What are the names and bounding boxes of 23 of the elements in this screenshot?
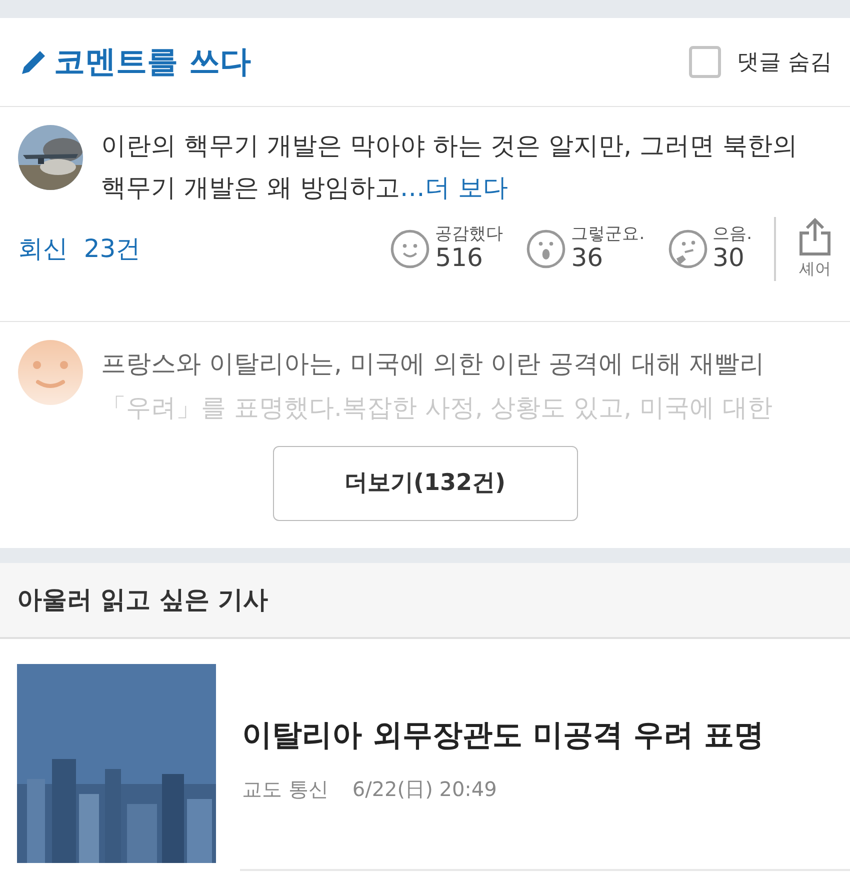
- reaction-count: 36: [571, 242, 604, 272]
- load-more-button[interactable]: 더보기(132건): [272, 446, 578, 521]
- article-date: 6/22(日) 20:49: [352, 776, 497, 803]
- reaction-label: 으음.: [712, 226, 752, 242]
- hide-replies-label: 댓글 숨김: [737, 48, 832, 76]
- comment-preview-text: 프랑스와 이탈리아는, 미국에 의한 이란 공격에 대해 재빨리: [101, 348, 766, 380]
- section-title: 아울러 읽고 싶은 기사: [0, 563, 850, 639]
- surprised-face-icon[interactable]: [525, 228, 568, 270]
- smile-icon[interactable]: [389, 228, 432, 270]
- article-source: 교도 통신: [242, 776, 328, 803]
- comment-text: 이란의 핵무기 개발은 막아야 하는 것은 알지만, 그러면 북한의 핵무기 개발은 왜 방임하고…더 보다: [101, 130, 799, 204]
- avatar-icon: [18, 340, 83, 405]
- write-comment-link[interactable]: 코멘트를 쓰다: [54, 38, 251, 86]
- read-more-link[interactable]: …더 보다: [400, 173, 508, 202]
- article-headline[interactable]: 이탈리아 외무장관도 미공격 우려 표명: [242, 713, 764, 758]
- share-button[interactable]: 셰어: [798, 217, 832, 281]
- reaction-label: 그렇군요.: [571, 226, 645, 242]
- reaction-count: 30: [712, 242, 746, 272]
- checkbox[interactable]: [689, 46, 721, 78]
- thinking-face-icon[interactable]: [666, 228, 709, 270]
- reaction-label: 공감했다: [435, 226, 504, 242]
- reaction-count: 516: [435, 242, 484, 272]
- replies-link[interactable]: 회신 23건: [18, 230, 141, 268]
